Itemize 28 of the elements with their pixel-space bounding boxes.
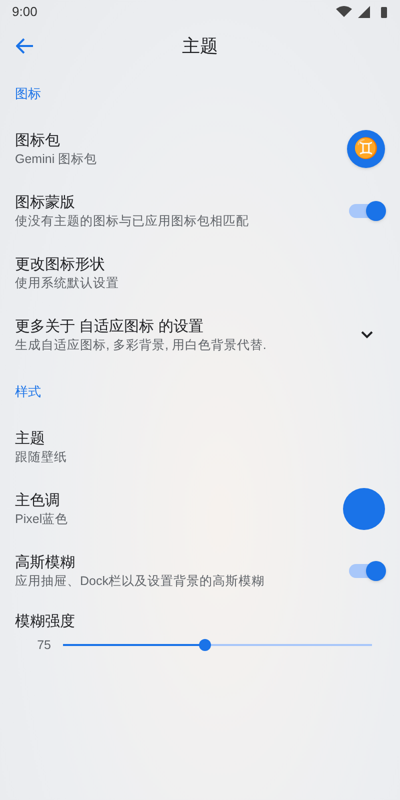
color-swatch[interactable]: [343, 488, 385, 530]
toolbar-title: 主题: [182, 34, 218, 58]
chevron-icon[interactable]: [361, 331, 373, 339]
section-header: 样式: [15, 383, 41, 402]
slider-value: 75: [36, 637, 51, 654]
setting-title: 主色调: [15, 490, 61, 510]
setting-title: 图标包: [15, 130, 61, 150]
setting-summary: 跟随壁纸: [15, 448, 68, 466]
setting-summary: 使没有主题的图标与已应用图标包相匹配: [15, 212, 250, 230]
toggle-switch[interactable]: [349, 204, 383, 218]
back-arrow-icon[interactable]: [16, 38, 34, 54]
setting-summary: 使用系统默认设置: [15, 274, 120, 292]
toggle-switch[interactable]: [349, 564, 383, 578]
setting-title: 高斯模糊: [15, 552, 76, 572]
setting-title: 模糊强度: [15, 612, 76, 632]
icon-pack-icon[interactable]: ♊: [347, 130, 385, 168]
setting-summary: 应用抽屉、Dock栏以及设置背景的高斯模糊: [15, 572, 266, 590]
setting-title: 图标蒙版: [15, 192, 76, 212]
setting-title: 主题: [15, 428, 46, 448]
status-icons: [336, 5, 388, 19]
slider-thumb[interactable]: [199, 639, 212, 652]
setting-title: 更多关于 自适应图标 的设置: [15, 316, 204, 336]
setting-summary: 生成自适应图标, 多彩背景, 用白色背景代替.: [15, 336, 268, 354]
section-header: 图标: [15, 85, 41, 104]
status-time: 9:00: [12, 3, 38, 22]
setting-summary: Gemini 图标包: [15, 150, 98, 168]
setting-summary: Pixel蓝色: [15, 510, 70, 528]
setting-title: 更改图标形状: [15, 254, 106, 274]
